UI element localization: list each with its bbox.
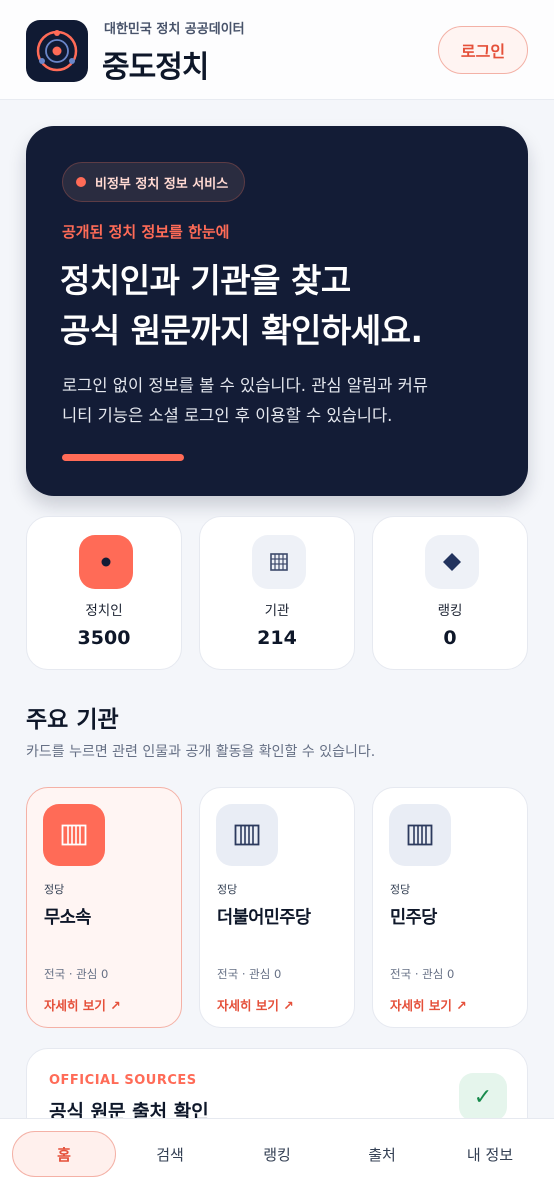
hero-accent-bar [62,454,184,461]
org-detail-link[interactable]: 자세히 보기 ↗ [390,995,467,1014]
stat-value: 214 [257,627,297,649]
section-title: 주요 기관 [26,707,119,733]
stat-card-ranking[interactable]: 랭킹 0 [372,516,528,670]
org-type: 정당 [44,883,65,896]
nav-item-search[interactable]: 검색 [118,1131,222,1177]
stat-label: 기관 [264,603,290,619]
stat-card-institutions[interactable]: 기관 214 [199,516,355,670]
org-meta: 전국 · 관심 0 [217,967,282,981]
section-description: 카드를 누르면 관련 인물과 공개 활동을 확인할 수 있습니다. [26,744,376,760]
nav-item-home[interactable]: 홈 [12,1131,116,1177]
org-type: 정당 [390,883,411,896]
stat-label: 랭킹 [437,603,463,619]
badge-label: 비정부 정치 정보 서비스 [95,176,229,192]
nav-item-my-info[interactable]: 내 정보 [438,1131,542,1177]
hero-desc-line: 니티 기능은 소셜 로그인 후 이용할 수 있습니다. [62,406,393,425]
hero-title-line: 정치인과 기관을 찾고 [60,261,351,300]
sources-kicker: OFFICIAL SOURCES [49,1073,197,1088]
building-icon [43,804,105,866]
org-detail-link[interactable]: 자세히 보기 ↗ [44,995,121,1014]
org-card-democratic-party[interactable]: 정당 더불어민주당 전국 · 관심 0 자세히 보기 ↗ [199,787,355,1028]
hero-desc-line: 로그인 없이 정보를 볼 수 있습니다. 관심 알림과 커뮤 [62,376,428,395]
building-icon [216,804,278,866]
hero-title-line: 공식 원문까지 확인하세요. [60,311,423,350]
org-card-minjudang[interactable]: 정당 민주당 전국 · 관심 0 자세히 보기 ↗ [372,787,528,1028]
check-icon: ✓ [459,1073,507,1121]
grid-icon [252,535,306,589]
dot-icon [79,535,133,589]
org-name: 더불어민주당 [217,908,311,928]
hero-banner: 비정부 정치 정보 서비스 공개된 정치 정보를 한눈에 정치인과 기관을 찾고… [26,126,528,496]
hero-kicker: 공개된 정치 정보를 한눈에 [62,223,230,241]
org-meta: 전국 · 관심 0 [390,967,455,981]
hero-title: 정치인과 기관을 찾고 공식 원문까지 확인하세요. [60,256,510,356]
app-subtitle: 대한민국 정치 공공데이터 [104,22,245,37]
org-name: 민주당 [390,908,437,928]
org-card-independent[interactable]: 정당 무소속 전국 · 관심 0 자세히 보기 ↗ [26,787,182,1028]
org-meta: 전국 · 관심 0 [44,967,109,981]
badge-dot-icon [76,177,86,187]
stat-value: 3500 [77,627,131,649]
nav-item-sources[interactable]: 출처 [330,1131,434,1177]
hero-description: 로그인 없이 정보를 볼 수 있습니다. 관심 알림과 커뮤 니티 기능은 소셜… [62,371,512,431]
stat-value: 0 [443,627,457,649]
stat-label: 정치인 [85,603,123,619]
app-header: 대한민국 정치 공공데이터 중도정치 로그인 [0,0,554,100]
stat-card-politicians[interactable]: 정치인 3500 [26,516,182,670]
diamond-icon [425,535,479,589]
bottom-navigation: 홈 검색 랭킹 출처 내 정보 [0,1118,554,1200]
org-detail-link[interactable]: 자세히 보기 ↗ [217,995,294,1014]
app-logo-icon [26,20,88,82]
building-icon [389,804,451,866]
service-badge: 비정부 정치 정보 서비스 [62,162,246,202]
org-type: 정당 [217,883,238,896]
app-title: 중도정치 [102,50,209,85]
org-name: 무소속 [44,908,91,928]
nav-item-ranking[interactable]: 랭킹 [225,1131,329,1177]
login-button[interactable]: 로그인 [438,26,528,74]
